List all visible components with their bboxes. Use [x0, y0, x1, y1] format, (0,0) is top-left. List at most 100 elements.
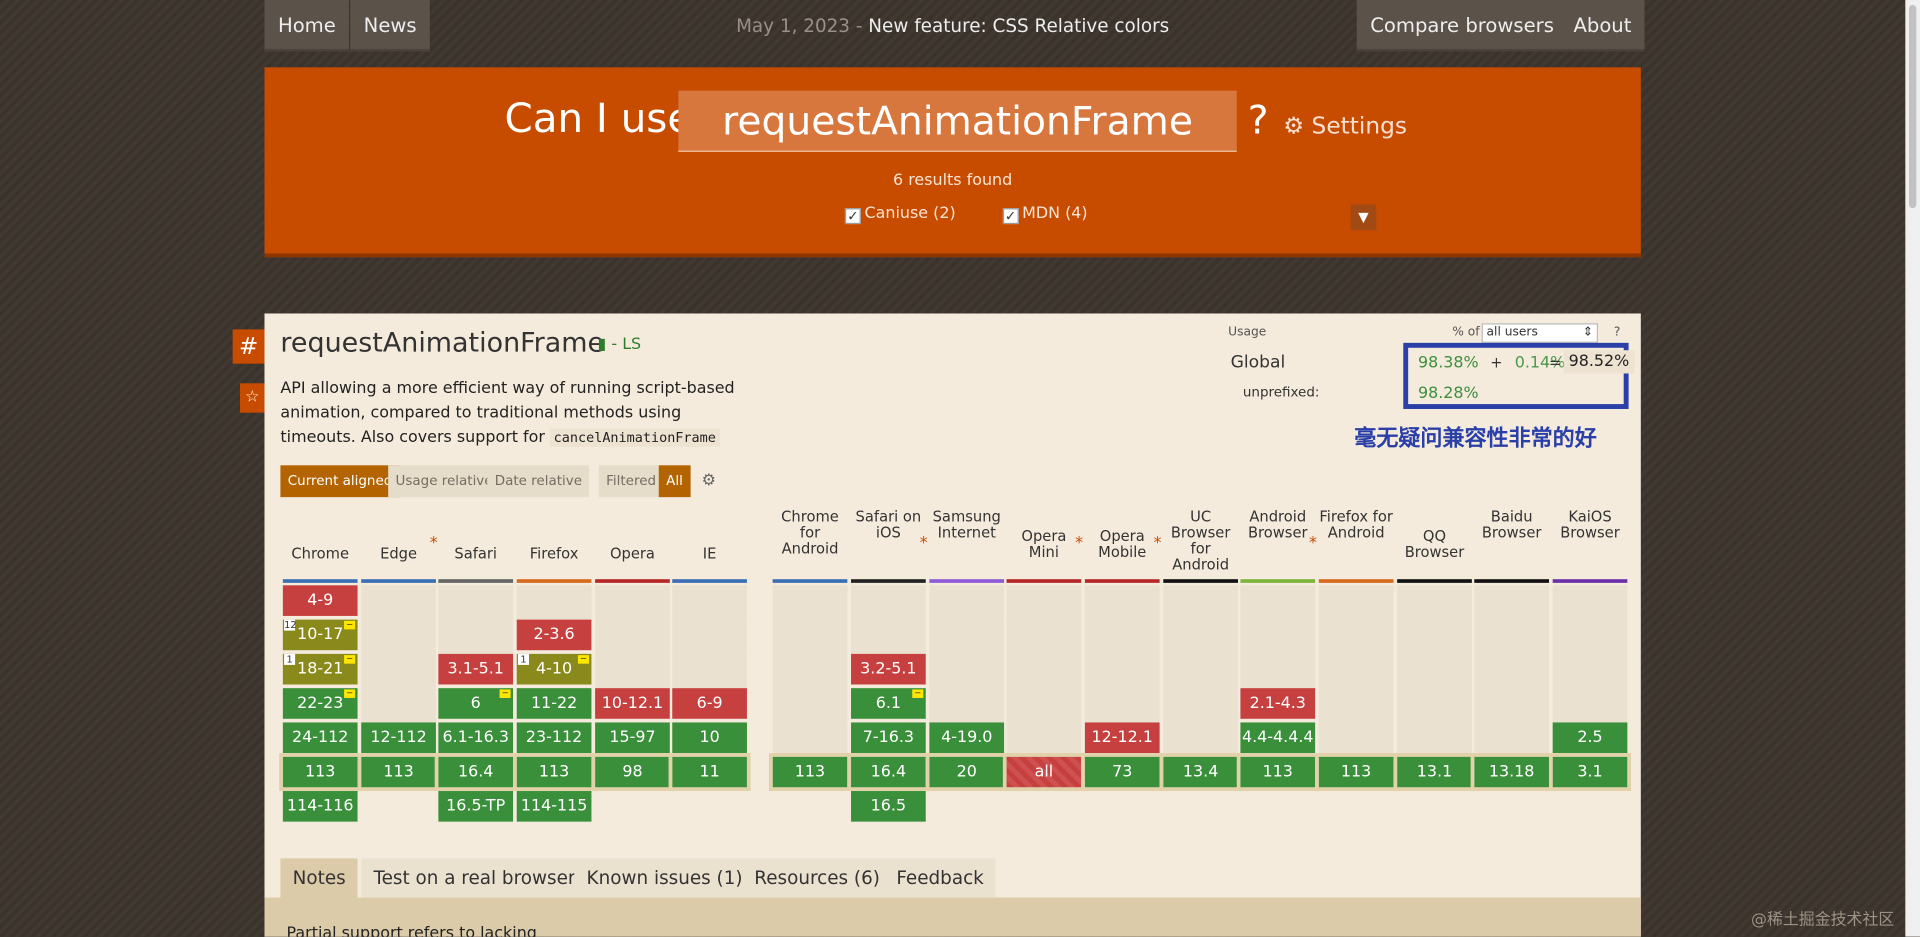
- filter-icon[interactable]: ▼: [1350, 204, 1377, 231]
- support-cell[interactable]: 113: [357, 753, 440, 792]
- support-cell[interactable]: 2-3.6: [516, 619, 592, 651]
- browser-header[interactable]: Edge: [361, 546, 436, 562]
- scrollbar-thumb[interactable]: [1908, 4, 1917, 209]
- usage-help[interactable]: ?: [1614, 326, 1621, 339]
- nav-news[interactable]: News: [350, 0, 431, 52]
- support-cell[interactable]: 12-12.1: [1084, 722, 1160, 754]
- support-cell[interactable]: 6−: [438, 688, 514, 719]
- tab-feedback[interactable]: Feedback: [884, 858, 997, 898]
- support-cell[interactable]: 3.1: [1548, 753, 1632, 792]
- support-cell[interactable]: 11: [668, 753, 751, 792]
- scrollbar[interactable]: [1905, 0, 1920, 937]
- browser-header[interactable]: Opera Mobile: [1085, 528, 1160, 561]
- support-cell: [1006, 722, 1082, 757]
- star-icon[interactable]: ☆: [240, 383, 265, 413]
- tab-resources[interactable]: Resources (6): [742, 858, 893, 898]
- support-cell[interactable]: 16.5: [851, 791, 926, 822]
- filtered-toggle[interactable]: Filtered: [598, 465, 664, 498]
- support-cell[interactable]: 16.4: [847, 753, 930, 792]
- version-label: 4.4-4.4.4: [1241, 728, 1314, 747]
- browser-header[interactable]: Android Browser: [1240, 509, 1315, 541]
- help-icon[interactable]: ?: [1248, 97, 1269, 144]
- support-cell[interactable]: 4-9: [282, 585, 358, 616]
- browser-color-bar: [929, 579, 1005, 583]
- living-standard-badge[interactable]: ▮ - LS: [598, 336, 642, 354]
- permalink-icon[interactable]: #: [232, 329, 265, 364]
- browser-header[interactable]: Opera Mini: [1007, 528, 1082, 561]
- support-cell[interactable]: 15-97: [595, 722, 670, 754]
- support-cell[interactable]: 4-19.0: [929, 722, 1005, 754]
- browser-header[interactable]: KaiOS Browser: [1553, 509, 1628, 541]
- version-label: 13.1: [1416, 762, 1453, 782]
- support-cell[interactable]: 2.1-4.3: [1240, 688, 1316, 719]
- support-cell[interactable]: 98: [591, 753, 674, 792]
- support-cell[interactable]: 6.1-16.3: [438, 722, 514, 754]
- support-cell[interactable]: 73: [1081, 753, 1164, 792]
- support-cell[interactable]: 7-16.3: [851, 722, 926, 754]
- nav-about[interactable]: About: [1560, 0, 1645, 52]
- support-cell[interactable]: 113: [1315, 753, 1398, 792]
- support-cell[interactable]: 24-112: [282, 722, 358, 754]
- support-cell[interactable]: 10-12.1: [595, 688, 670, 719]
- support-cell[interactable]: 113: [768, 753, 852, 792]
- tab-known-issues[interactable]: Known issues (1): [574, 858, 755, 898]
- support-cell[interactable]: 114-116: [282, 791, 358, 822]
- support-cell[interactable]: 113: [1236, 753, 1319, 792]
- support-cell[interactable]: 13.18: [1470, 753, 1553, 792]
- browser-header[interactable]: Baidu Browser: [1474, 509, 1549, 541]
- date-relative-toggle[interactable]: Date relative: [487, 465, 590, 498]
- support-cell[interactable]: 16.4: [434, 753, 517, 792]
- all-toggle[interactable]: All: [658, 465, 691, 498]
- support-cell[interactable]: 4.4-4.4.4: [1240, 722, 1316, 754]
- support-cell[interactable]: 11-22: [516, 688, 592, 719]
- caniuse-checkbox[interactable]: ✓: [844, 208, 861, 225]
- support-cell[interactable]: 13.4: [1159, 753, 1242, 792]
- browser-header[interactable]: Firefox: [517, 546, 592, 562]
- support-cell[interactable]: 113: [513, 753, 596, 792]
- nav-compare[interactable]: Compare browsers: [1356, 0, 1568, 52]
- browser-header[interactable]: Samsung Internet: [929, 509, 1004, 541]
- search-input[interactable]: [678, 90, 1237, 152]
- support-cell[interactable]: 16.5-TP: [438, 791, 514, 822]
- support-cell: [438, 585, 514, 620]
- support-cell[interactable]: 3.2-5.1: [851, 653, 926, 685]
- browser-header[interactable]: IE: [672, 546, 747, 562]
- support-cell[interactable]: all: [1002, 753, 1085, 792]
- browser-header[interactable]: Safari on iOS: [851, 509, 926, 541]
- support-cell[interactable]: 6-9: [672, 688, 747, 719]
- announcement-text[interactable]: New feature: CSS Relative colors: [868, 15, 1169, 37]
- browser-header[interactable]: QQ Browser: [1397, 528, 1472, 561]
- support-cell[interactable]: 23-112: [516, 722, 592, 754]
- support-cell[interactable]: 10-17 12 −: [282, 619, 358, 651]
- support-cell[interactable]: 22-23−: [282, 688, 358, 719]
- tab-test-real-browser[interactable]: Test on a real browser: [361, 858, 588, 898]
- browser-header[interactable]: UC Browser for Android: [1163, 509, 1238, 573]
- support-cell[interactable]: 4-10 1 −: [516, 653, 592, 685]
- support-cell[interactable]: 18-21 1 −: [282, 653, 358, 685]
- nav-home[interactable]: Home: [264, 0, 350, 52]
- tab-notes[interactable]: Notes: [280, 858, 358, 898]
- support-cell[interactable]: 114-115: [516, 791, 592, 822]
- support-cell[interactable]: 2.5: [1552, 722, 1628, 754]
- support-cell[interactable]: 3.1-5.1: [438, 653, 514, 685]
- support-cell: [772, 653, 848, 689]
- usage-relative-toggle[interactable]: Usage relative: [388, 465, 500, 498]
- support-cell[interactable]: 20: [925, 753, 1008, 792]
- support-cell[interactable]: 10: [672, 722, 747, 754]
- settings-button[interactable]: ⚙ Settings: [1283, 113, 1407, 140]
- current-aligned-toggle[interactable]: Current aligned: [280, 465, 400, 498]
- browser-header[interactable]: Opera: [595, 546, 670, 562]
- browser-header[interactable]: Safari: [438, 546, 513, 562]
- support-cell[interactable]: 12-112: [361, 722, 436, 754]
- browser-color-bar: [438, 579, 514, 583]
- table-settings-icon[interactable]: ⚙: [702, 471, 716, 489]
- support-cell[interactable]: 13.1: [1393, 753, 1476, 792]
- browser-header[interactable]: Firefox for Android: [1319, 509, 1394, 541]
- browser-header[interactable]: Chrome: [283, 546, 358, 562]
- mdn-checkbox[interactable]: ✓: [1002, 208, 1019, 225]
- support-cell[interactable]: 6.1−: [851, 688, 926, 719]
- users-select[interactable]: all users ⇕: [1481, 323, 1598, 343]
- usage-full: 98.38%: [1417, 353, 1479, 373]
- browser-header[interactable]: Chrome for Android: [773, 509, 848, 557]
- support-cell[interactable]: 113: [279, 753, 362, 792]
